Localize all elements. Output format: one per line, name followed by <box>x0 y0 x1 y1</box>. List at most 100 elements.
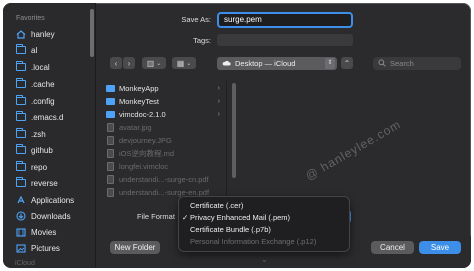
sidebar-item-movies[interactable]: Movies <box>15 225 56 239</box>
sidebar-item-label: Pictures <box>31 243 60 253</box>
menu-item-p12: Personal Information Exchange (.p12) <box>179 236 349 248</box>
sidebar-item-config[interactable]: .config <box>15 94 55 108</box>
sidebar-item-local[interactable]: .local <box>15 60 50 74</box>
chevron-right-icon: › <box>217 111 220 118</box>
sidebar-item-label: al <box>31 45 38 55</box>
sidebar-item-github[interactable]: github <box>15 143 53 157</box>
file-row: understandi...-surge-cn.pdf <box>106 174 224 185</box>
column-divider[interactable] <box>226 81 227 205</box>
menu-item-cer[interactable]: Certificate (.cer) <box>179 200 349 212</box>
folder-icon <box>15 44 26 55</box>
pictures-icon <box>15 243 26 253</box>
cloud-icon <box>222 59 231 68</box>
location-popup[interactable]: Desktop — iCloud ⇕ <box>217 57 337 70</box>
folder-icon <box>15 61 26 72</box>
column-scrollbar[interactable] <box>232 83 236 178</box>
grid-icon: ▦ <box>176 58 185 68</box>
sidebar-item-label: .local <box>31 62 50 72</box>
folder-icon <box>106 111 115 119</box>
file-row: longfei.vimcloc <box>106 161 224 172</box>
sidebar-item-label: Applications <box>31 195 75 205</box>
sidebar-item-repo[interactable]: repo <box>15 160 47 174</box>
new-folder-button[interactable]: New Folder <box>110 241 160 254</box>
pdf-icon <box>106 175 115 184</box>
sidebar-section-icloud: iCloud <box>15 260 35 267</box>
sidebar-item-emacs[interactable]: .emacs.d <box>15 110 63 124</box>
chevron-right-icon: › <box>217 85 220 92</box>
chevron-up-icon: ⌃ <box>343 58 351 68</box>
document-icon <box>106 149 115 158</box>
save-as-label: Save As: <box>181 15 211 24</box>
folder-icon <box>106 98 115 106</box>
sidebar-item-hanley[interactable]: hanley <box>15 27 55 41</box>
back-button[interactable]: ‹ <box>110 57 122 69</box>
file-browser-column: MonkeyApp › MonkeyTest › vimcdoc-2.1.0 ›… <box>101 81 225 205</box>
sidebar-item-downloads[interactable]: Downloads <box>15 209 71 223</box>
folder-icon <box>15 144 26 155</box>
menu-item-label: Personal Information Exchange (.p12) <box>190 237 317 246</box>
document-icon <box>106 162 115 171</box>
sidebar-item-applications[interactable]: Applications <box>15 193 74 207</box>
sidebar: Favorites hanley al .local .cache .confi… <box>3 3 96 268</box>
tags-input[interactable] <box>217 34 353 46</box>
folder-icon <box>15 78 26 89</box>
file-name: MonkeyApp <box>119 84 159 93</box>
sidebar-item-label: .config <box>31 96 55 106</box>
sidebar-item-label: hanley <box>31 29 55 39</box>
sidebar-item-label: .cache <box>31 79 55 89</box>
downloads-icon <box>15 211 26 221</box>
document-icon <box>106 123 115 132</box>
file-format-menu: Certificate (.cer) ✓ Privacy Enhanced Mai… <box>178 196 350 252</box>
file-name: MonkeyTest <box>119 97 160 106</box>
movies-icon <box>15 227 26 237</box>
sidebar-item-cache[interactable]: .cache <box>15 77 55 91</box>
collapse-button[interactable]: ⌃ <box>341 57 353 69</box>
file-name: iOS逆向教程.md <box>119 149 175 158</box>
watermark: @ hanleylee.com <box>303 117 404 184</box>
tags-label: Tags: <box>193 36 211 45</box>
save-dialog: Favorites hanley al .local .cache .confi… <box>3 3 471 268</box>
home-icon <box>15 29 26 39</box>
sidebar-scrollbar[interactable] <box>90 9 94 57</box>
sidebar-item-al[interactable]: al <box>15 43 37 57</box>
applications-icon <box>15 195 26 205</box>
sidebar-item-reverse[interactable]: reverse <box>15 176 58 190</box>
columns-icon: ▥ <box>146 58 155 68</box>
file-format-label: File Format <box>137 212 175 221</box>
file-row[interactable]: vimcdoc-2.1.0 › <box>106 109 224 120</box>
image-file-icon <box>106 136 115 145</box>
chevron-down-icon: ⌄ <box>156 60 162 67</box>
grid-view-button[interactable]: ▦ ⌄ <box>172 57 196 69</box>
sidebar-item-label: .zsh <box>31 129 46 139</box>
menu-item-pem[interactable]: ✓ Privacy Enhanced Mail (.pem) <box>179 212 349 224</box>
sidebar-section-favorites: Favorites <box>16 15 45 22</box>
file-name: longfei.vimcloc <box>119 162 169 171</box>
forward-button[interactable]: › <box>123 57 135 69</box>
file-row[interactable]: MonkeyTest › <box>106 96 224 107</box>
save-as-input[interactable]: surge.pem <box>217 12 353 28</box>
file-name: avatar.jpg <box>119 123 152 132</box>
sidebar-item-label: github <box>31 145 53 155</box>
resize-grabber-icon[interactable]: ⌄ <box>261 255 268 264</box>
folder-icon <box>15 95 26 106</box>
folder-icon <box>15 111 26 122</box>
column-view-button[interactable]: ▥ ⌄ <box>142 57 166 69</box>
location-label: Desktop — iCloud <box>235 59 296 68</box>
menu-item-p7b[interactable]: Certificate Bundle (.p7b) <box>179 224 349 236</box>
save-button[interactable]: Save <box>419 241 461 254</box>
sidebar-item-pictures[interactable]: Pictures <box>15 241 60 255</box>
sidebar-item-zsh[interactable]: .zsh <box>15 127 46 141</box>
sidebar-item-label: .emacs.d <box>31 112 64 122</box>
chevron-down-icon: ⌄ <box>186 60 192 67</box>
checkmark-icon: ✓ <box>182 213 189 222</box>
file-row: avatar.jpg <box>106 122 224 133</box>
chevron-right-icon: › <box>127 58 131 68</box>
search-placeholder: Search <box>390 59 414 68</box>
pdf-icon <box>106 188 115 197</box>
sidebar-item-label: reverse <box>31 178 58 188</box>
cancel-button[interactable]: Cancel <box>371 241 414 254</box>
folder-icon <box>15 177 26 188</box>
search-field[interactable]: Search <box>373 57 461 70</box>
file-row[interactable]: MonkeyApp › <box>106 83 224 94</box>
search-icon <box>378 58 386 69</box>
